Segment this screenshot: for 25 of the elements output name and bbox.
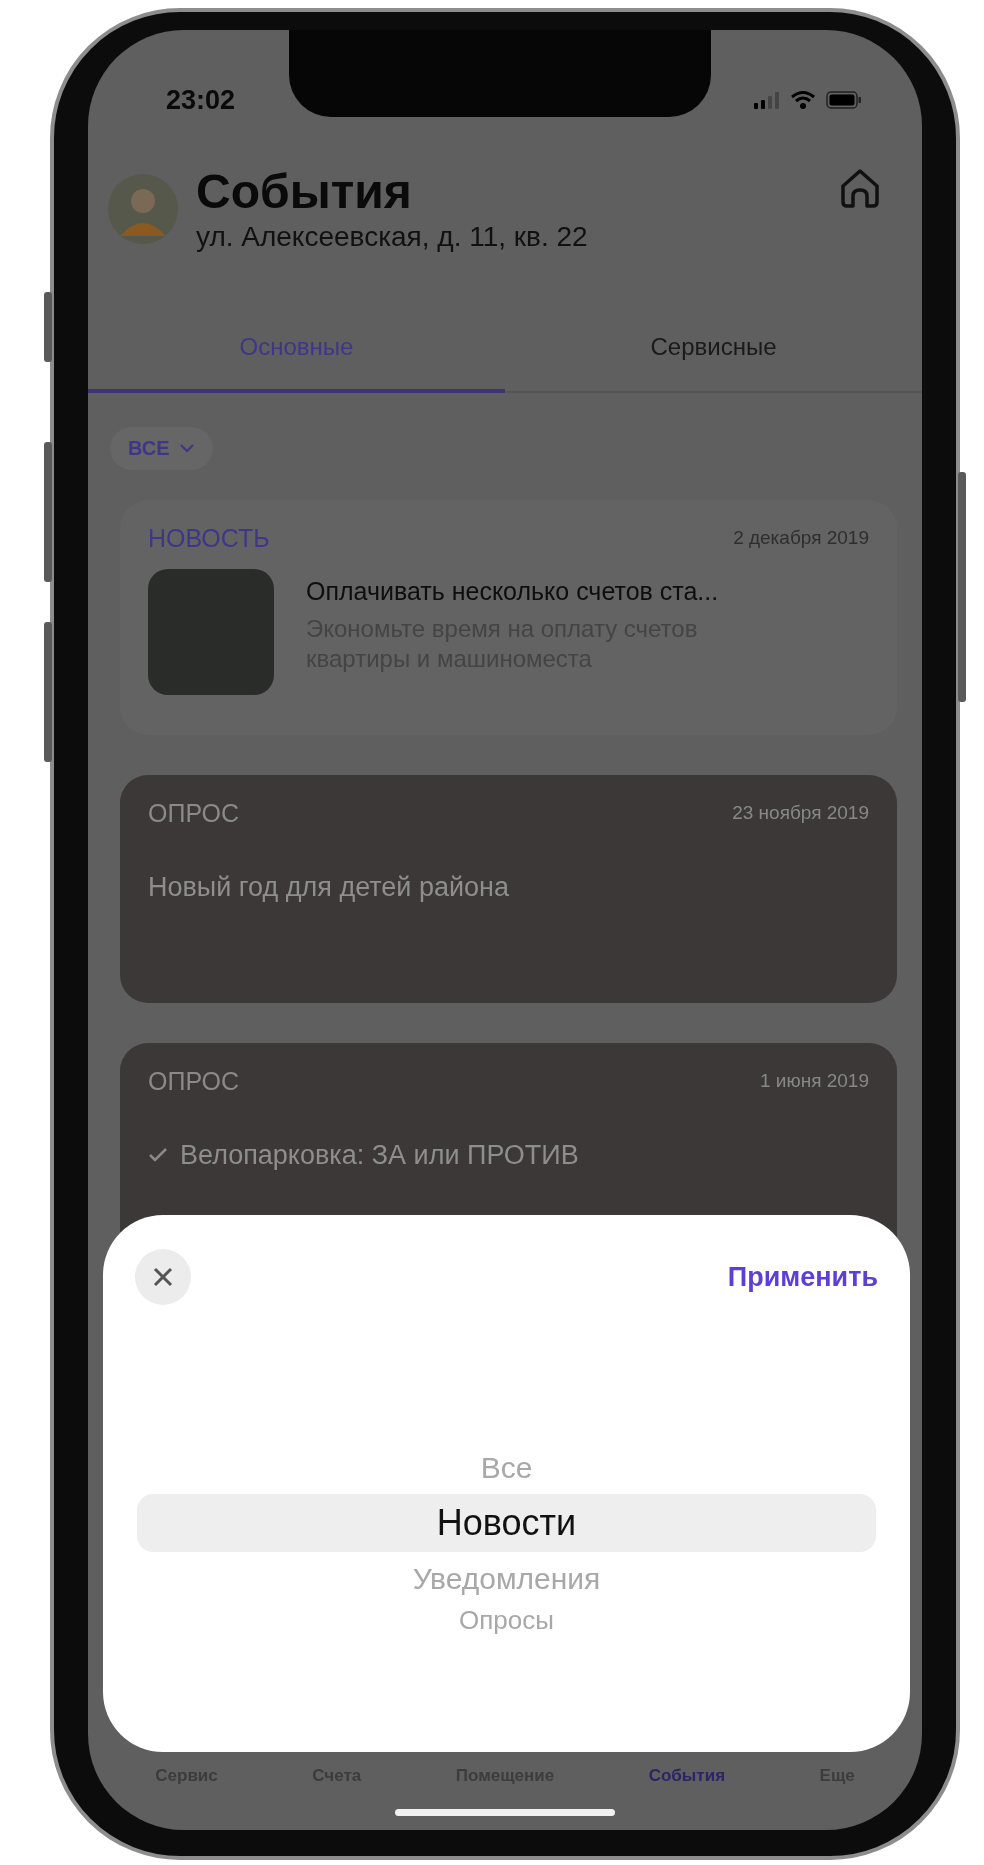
battery-icon — [826, 91, 862, 109]
nav-item[interactable]: События — [648, 1766, 726, 1786]
category-label: ОПРОС — [148, 798, 240, 828]
signal-icon — [754, 91, 780, 109]
wifi-icon — [790, 90, 816, 110]
caret-icon — [179, 443, 196, 454]
poll-title: Новый год для детей района — [148, 871, 509, 903]
poll-card[interactable]: ОПРОС 23 ноября 2019 Новый год для детей района — [120, 774, 897, 1003]
status-time: 23:02 — [166, 84, 236, 116]
date-label: 23 ноября 2019 — [732, 802, 869, 825]
address-text: ул. Алексеевская, д. 11, кв. 22 — [196, 220, 589, 253]
page-title: События — [196, 166, 413, 219]
close-button[interactable] — [135, 1249, 191, 1305]
picker-option[interactable]: Уведомления — [135, 1555, 878, 1601]
picker-option[interactable]: Опросы — [135, 1600, 878, 1640]
picker-option[interactable]: Все — [135, 1445, 878, 1490]
avatar — [108, 174, 178, 245]
home-icon[interactable] — [838, 166, 882, 210]
picker-option[interactable]: Новости — [137, 1494, 876, 1552]
close-icon — [152, 1266, 174, 1288]
news-title: Оплачивать несколько счетов ста... — [306, 576, 720, 606]
poll-title: Велопарковка: ЗА или ПРОТИВ — [180, 1139, 579, 1171]
tab[interactable]: Сервисные — [505, 322, 922, 393]
date-label: 1 июня 2019 — [759, 1070, 869, 1093]
category-label: ОПРОС — [148, 1066, 240, 1096]
